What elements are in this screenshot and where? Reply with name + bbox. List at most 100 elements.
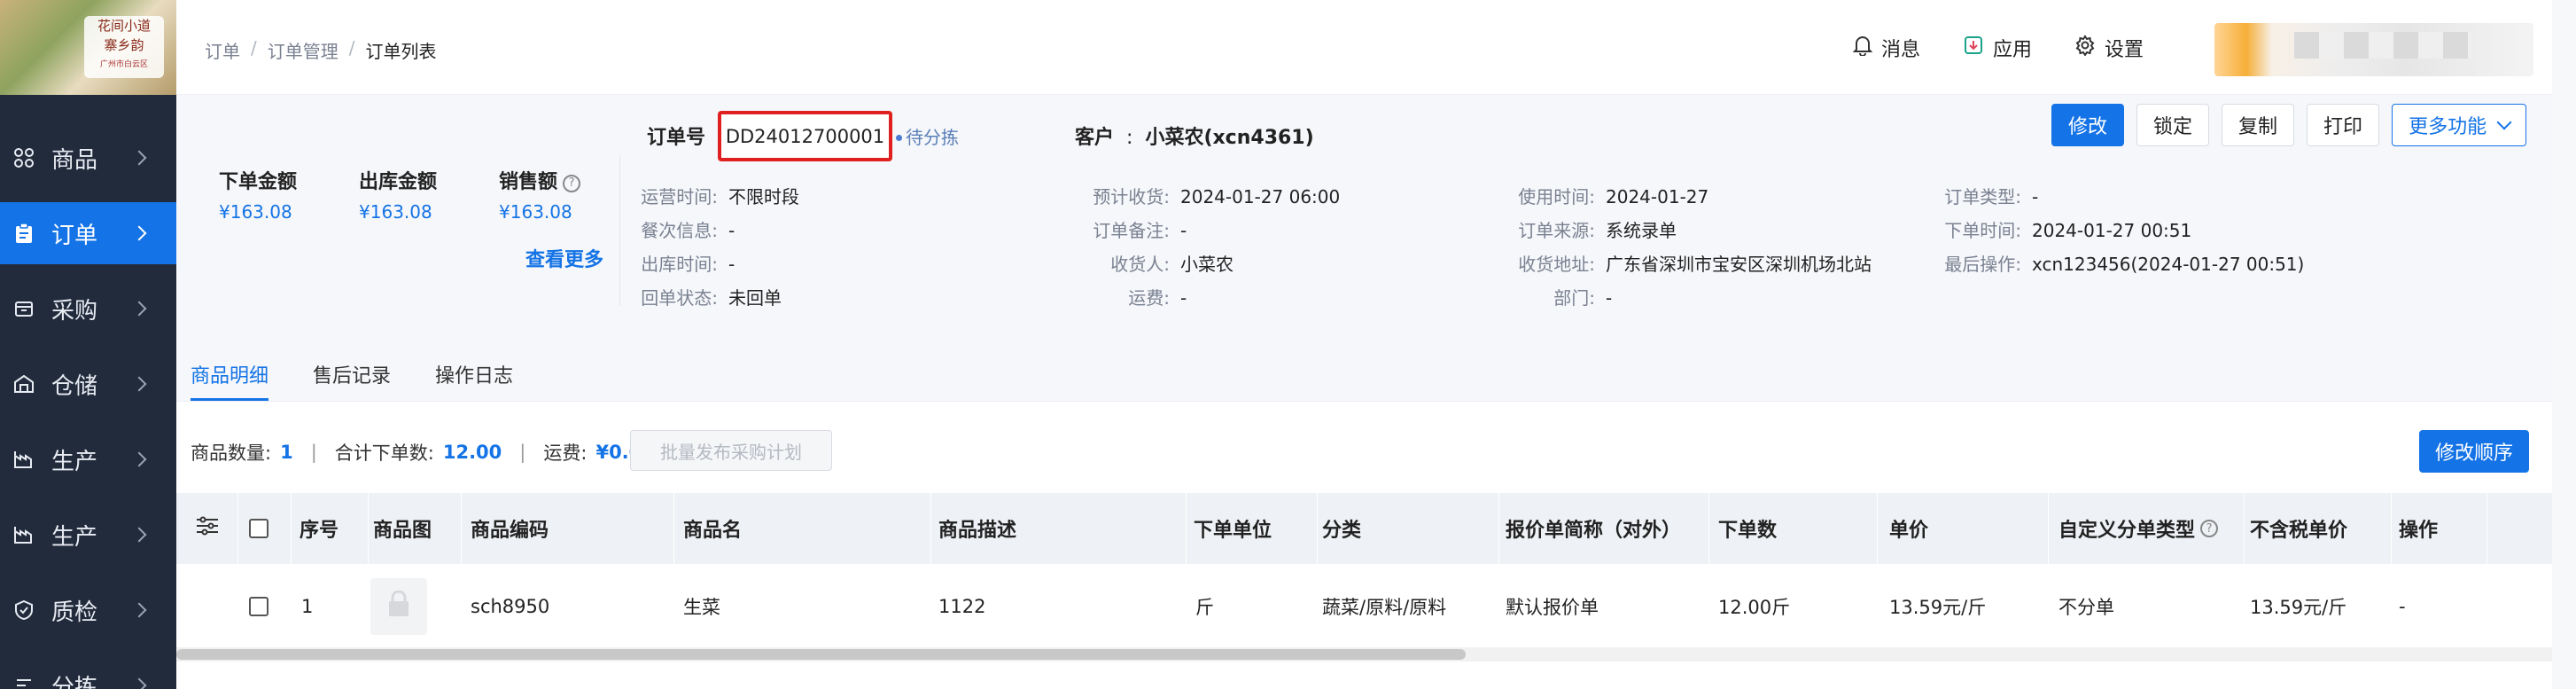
order-actions: 修改 锁定 复制 打印 更多功能 xyxy=(2051,104,2527,146)
more-functions-button[interactable]: 更多功能 xyxy=(2392,104,2527,146)
sales-amount-label: 销售额 xyxy=(499,171,558,193)
field-value: 不限时段 xyxy=(728,186,799,207)
user-avatar[interactable] xyxy=(2214,23,2533,76)
field-label: 回单状态: xyxy=(641,287,718,309)
row-checkbox[interactable] xyxy=(249,596,268,616)
settings-button[interactable]: 设置 xyxy=(2074,34,2144,62)
column-header: 不含税单价 xyxy=(2250,493,2392,564)
factory-icon xyxy=(12,523,35,546)
lock-button[interactable]: 锁定 xyxy=(2136,104,2210,146)
cell-image xyxy=(370,564,459,648)
sidebar-item-purchase[interactable]: 采购 xyxy=(0,278,176,340)
select-all-cell xyxy=(249,493,292,564)
customer-colon: : xyxy=(1126,127,1133,149)
order-amount-value: ¥163.08 xyxy=(219,201,292,223)
sort-icon xyxy=(12,674,35,689)
column-settings-button[interactable] xyxy=(196,493,238,564)
cell-category: 蔬菜/原料/原料 xyxy=(1322,596,1447,618)
field-column-4: 订单类型: - 下单时间: 2024-01-27 00:51 最后操作: xcn123… xyxy=(1932,180,2304,281)
field-value: - xyxy=(1180,220,1187,241)
column-header: 下单单位 xyxy=(1194,493,1318,564)
reorder-button[interactable]: 修改顺序 xyxy=(2419,430,2530,473)
out-amount: 出库金额 ¥163.08 xyxy=(359,166,437,223)
field-label: 运费: xyxy=(1128,287,1170,309)
grid-icon xyxy=(12,146,35,169)
order-no-label: 订单号 xyxy=(647,127,706,149)
chevron-right-icon xyxy=(131,677,147,689)
cell-price: 13.59元/斤 xyxy=(1889,596,1987,618)
sidebar-item-quality[interactable]: 质检 xyxy=(0,579,176,641)
app-root: 花间小道 寨乡韵 广州市白云区 商品 订单 采购 仓储 生产 生产 质检 分拣 … xyxy=(0,0,2576,689)
view-more-link[interactable]: 查看更多 xyxy=(525,244,603,272)
sidebar-item-label: 质检 xyxy=(51,599,98,626)
column-header: 商品编码 xyxy=(471,493,674,564)
sidebar-item-production-1[interactable]: 生产 xyxy=(0,428,176,490)
sidebar-item-label: 订单 xyxy=(51,222,98,249)
cell-seq: 1 xyxy=(301,595,314,617)
column-header: 单价 xyxy=(1889,493,2049,564)
order-status-text: 待分拣 xyxy=(906,127,959,148)
factory-icon xyxy=(12,448,35,471)
chevron-right-icon xyxy=(131,602,147,618)
field-value: 广东省深圳市宝安区深圳机场北站 xyxy=(1606,254,1872,275)
sidebar-item-production-2[interactable]: 生产 xyxy=(0,504,176,566)
apps-label: 应用 xyxy=(1993,39,2033,61)
table-header: 序号 商品图 商品编码 商品名 商品描述 下单单位 分类 报价单简称（对外） 下… xyxy=(176,493,2576,564)
horizontal-scrollbar[interactable] xyxy=(176,649,1466,660)
tab-operation-log[interactable]: 操作日志 xyxy=(435,348,513,401)
field-value: 未回单 xyxy=(728,287,782,309)
breadcrumb: 订单 / 订单管理 / 订单列表 xyxy=(205,37,437,63)
cell-split: 不分单 xyxy=(2058,596,2114,618)
select-all-checkbox[interactable] xyxy=(249,519,268,538)
tab-product-details[interactable]: 商品明细 xyxy=(191,348,269,401)
field-column-3: 使用时间: 2024-01-27 订单来源: 系统录单 收货地址: 广东省深圳市宝安区… xyxy=(1506,180,1872,315)
shield-icon xyxy=(12,599,35,622)
column-header: 下单数 xyxy=(1718,493,1878,564)
sidebar-item-orders[interactable]: 订单 xyxy=(0,202,176,264)
column-header: 报价单简称（对外） xyxy=(1506,493,1709,564)
tab-after-sales[interactable]: 售后记录 xyxy=(313,348,391,401)
chevron-right-icon xyxy=(131,225,147,241)
breadcrumb-current: 订单列表 xyxy=(365,41,437,62)
sidebar-item-label: 商品 xyxy=(51,146,98,174)
total-label: 合计下单数: xyxy=(334,442,434,464)
logo[interactable]: 花间小道 寨乡韵 广州市白云区 xyxy=(0,0,176,95)
product-table: 序号 商品图 商品编码 商品名 商品描述 下单单位 分类 报价单简称（对外） 下… xyxy=(176,493,2576,649)
copy-button[interactable]: 复制 xyxy=(2222,104,2295,146)
bell-icon xyxy=(1852,35,1873,61)
print-button[interactable]: 打印 xyxy=(2307,104,2380,146)
messages-button[interactable]: 消息 xyxy=(1852,34,1920,62)
out-amount-label: 出库金额 xyxy=(359,171,438,193)
sidebar-item-storage[interactable]: 仓储 xyxy=(0,353,176,415)
cell-code: sch8950 xyxy=(471,595,550,617)
field-value: - xyxy=(2032,186,2039,207)
field-label: 收货人: xyxy=(1110,254,1170,275)
logo-line1: 花间小道 xyxy=(97,18,151,34)
field-value: 小菜农 xyxy=(1180,254,1234,275)
edit-button[interactable]: 修改 xyxy=(2051,104,2125,146)
field-value: - xyxy=(1180,287,1187,309)
count-label: 商品数量: xyxy=(191,442,272,464)
detail-tabs: 商品明细 售后记录 操作日志 xyxy=(176,348,2576,401)
product-thumbnail[interactable] xyxy=(370,577,427,635)
customer-value: 小菜农(xcn4361) xyxy=(1145,127,1314,149)
field-column-2: 预计收货: 2024-01-27 06:00 订单备注: - 收货人: 小菜农 运费:… xyxy=(1080,180,1340,315)
breadcrumb-item[interactable]: 订单 xyxy=(205,37,240,63)
gear-icon xyxy=(2074,35,2096,61)
field-value: 2024-01-27 00:51 xyxy=(2032,220,2192,241)
apps-button[interactable]: 应用 xyxy=(1963,34,2032,62)
sidebar-item-products[interactable]: 商品 xyxy=(0,127,176,189)
out-amount-value: ¥163.08 xyxy=(359,201,432,223)
field-value: 系统录单 xyxy=(1606,220,1677,241)
top-header: 订单 / 订单管理 / 订单列表 消息 应用 设置 xyxy=(176,0,2576,95)
breadcrumb-item[interactable]: 订单管理 xyxy=(268,37,339,63)
batch-publish-button[interactable]: 批量发布采购计划 xyxy=(630,430,832,471)
cell-unit: 斤 xyxy=(1195,596,1214,618)
help-icon[interactable]: ? xyxy=(563,174,581,192)
order-info-panel: 下单金额 ¥163.08 出库金额 ¥163.08 销售额? ¥163.08 查… xyxy=(176,95,2576,348)
cell-name: 生菜 xyxy=(683,596,720,618)
divider xyxy=(619,155,620,306)
help-icon[interactable]: ? xyxy=(2200,520,2219,537)
warehouse-icon xyxy=(12,372,35,395)
sidebar-item-sorting[interactable]: 分拣 xyxy=(0,654,176,689)
